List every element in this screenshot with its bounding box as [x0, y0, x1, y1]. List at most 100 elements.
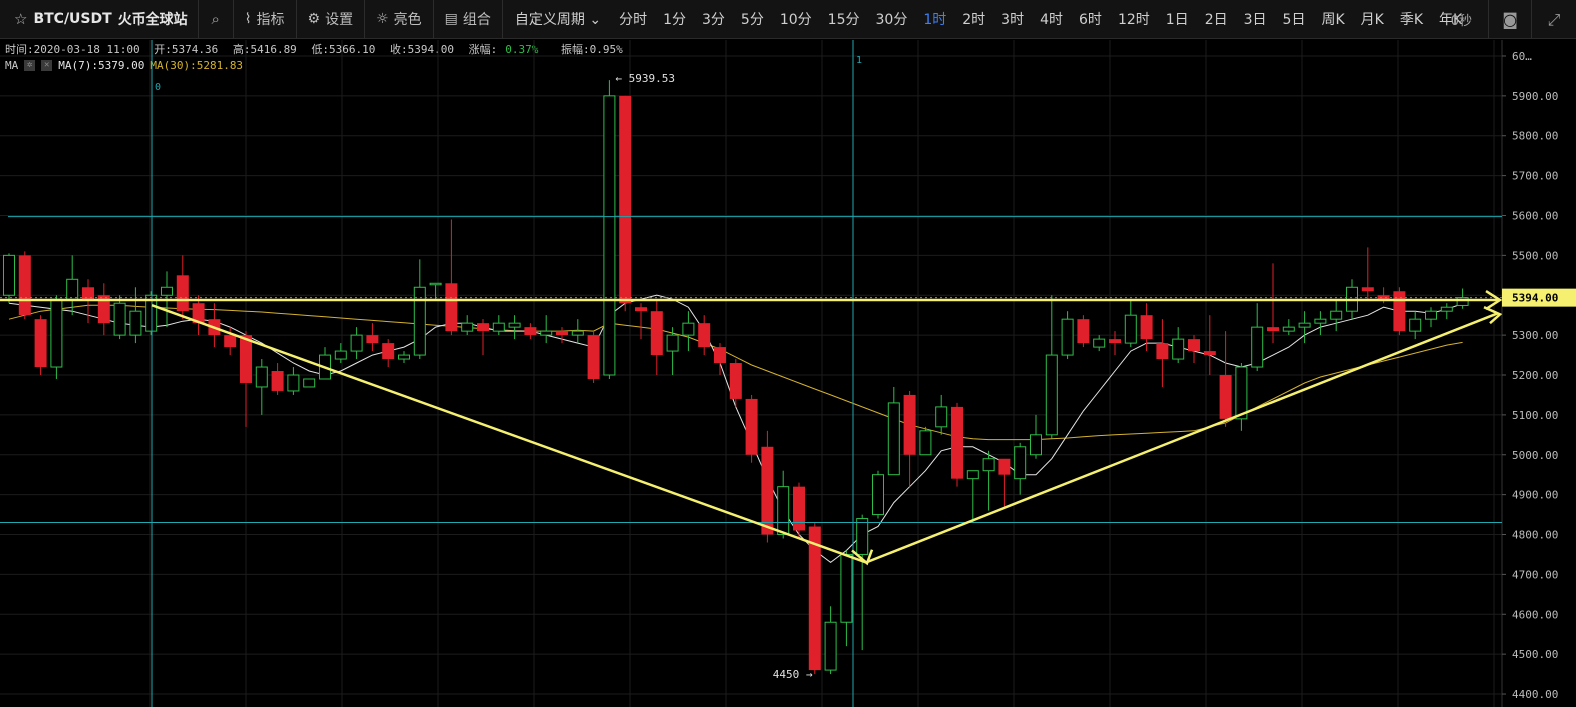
- candle-body: [1203, 351, 1216, 356]
- candle-body: [966, 470, 979, 480]
- candle-body: [1124, 314, 1137, 344]
- period-tab[interactable]: 分时: [611, 9, 655, 29]
- layout-button[interactable]: ▤ 组合: [434, 0, 503, 39]
- period-tab[interactable]: 2时: [954, 9, 993, 29]
- candle-body: [793, 486, 805, 531]
- candle: [429, 282, 442, 300]
- period-tab[interactable]: 3时: [993, 9, 1032, 29]
- period-tab[interactable]: 30分: [868, 9, 916, 29]
- candle-body: [619, 95, 632, 304]
- price-axis-label: 5900.00: [1512, 90, 1558, 103]
- candle-body: [603, 95, 616, 376]
- period-tab[interactable]: 6时: [1071, 9, 1110, 29]
- candle-body: [745, 398, 758, 455]
- period-tab[interactable]: 5日: [1275, 9, 1314, 29]
- period-tab[interactable]: 10分: [772, 9, 820, 29]
- candle-body: [1425, 310, 1437, 320]
- candle-body: [82, 287, 94, 300]
- candle-body: [1377, 295, 1390, 300]
- camera-icon[interactable]: ◙: [1488, 0, 1531, 39]
- candle: [571, 319, 584, 344]
- candle: [1172, 327, 1185, 364]
- period-tab[interactable]: 4时: [1032, 9, 1071, 29]
- price-axis-label: 5100.00: [1512, 409, 1558, 422]
- candle-body: [1219, 375, 1232, 419]
- period-tab[interactable]: 周K: [1313, 9, 1352, 29]
- candle-body: [856, 518, 869, 555]
- candle: [271, 363, 284, 395]
- candlestick-chart[interactable]: 4400.00 4500.00 4600.00 4700.00 4800.00 4900.…: [0, 40, 1576, 707]
- max-price-marker: ← 5939.53: [615, 72, 675, 85]
- candles-group: [3, 80, 1469, 675]
- custom-period-dropdown[interactable]: 自定义周期 ⌄: [511, 9, 611, 29]
- symbol-selector[interactable]: ☆ BTC/USDT 火币全球站: [0, 0, 199, 39]
- price-axis-label: 5500.00: [1512, 249, 1558, 262]
- settings-button[interactable]: ⚙ 设置: [297, 0, 366, 39]
- indicator-label: 指标: [256, 12, 285, 28]
- candle: [319, 347, 331, 380]
- candle: [1330, 299, 1343, 332]
- price-axis-label: 4900.00: [1512, 489, 1558, 502]
- period-tab[interactable]: 3分: [694, 9, 733, 29]
- period-tab[interactable]: 2日: [1197, 9, 1236, 29]
- period-tab[interactable]: 月K: [1353, 9, 1392, 29]
- candle-body: [224, 335, 237, 348]
- price-axis-label: 5800.00: [1512, 130, 1558, 143]
- candle-body: [1314, 318, 1327, 324]
- period-tab[interactable]: 1时: [915, 9, 954, 29]
- price-axis-label: 5600.00: [1512, 209, 1558, 222]
- price-axis-label: 5700.00: [1512, 170, 1558, 183]
- candle: [872, 470, 884, 519]
- candle-body: [761, 446, 774, 535]
- candle: [1140, 303, 1153, 352]
- candle: [698, 315, 711, 356]
- candle-body: [872, 474, 884, 516]
- search-icon: ⌕: [211, 10, 220, 28]
- candle-body: [998, 458, 1011, 475]
- period-tab[interactable]: 1分: [655, 9, 694, 29]
- fullscreen-icon[interactable]: ⤢: [1531, 0, 1576, 39]
- candle: [287, 367, 300, 395]
- chart-indicator-icon: ⌇: [244, 11, 252, 27]
- candle: [382, 339, 395, 368]
- search-button[interactable]: ⌕: [199, 0, 234, 39]
- candle-body: [1251, 326, 1264, 368]
- trendline-down: [151, 304, 867, 564]
- candle: [745, 394, 758, 463]
- toolbar: ☆ BTC/USDT 火币全球站 ⌕ ⌇ 指标 ⚙ 设置 ☼ 亮色 ▤ 组合 自…: [0, 0, 1576, 39]
- indicator-button[interactable]: ⌇ 指标: [234, 0, 297, 39]
- period-tab[interactable]: 15分: [820, 9, 868, 29]
- candle: [334, 343, 347, 364]
- period-tab[interactable]: 1日: [1158, 9, 1197, 29]
- period-tab[interactable]: 5分: [733, 9, 772, 29]
- candle-body: [271, 371, 284, 391]
- candle: [840, 550, 853, 647]
- candle-body: [398, 354, 410, 360]
- candle-body: [1298, 322, 1311, 328]
- candle-body: [129, 310, 142, 336]
- candle-body: [1267, 327, 1279, 332]
- theme-button[interactable]: ☼ 亮色: [365, 0, 434, 39]
- period-tab[interactable]: 3日: [1236, 9, 1275, 29]
- candle: [1425, 307, 1437, 328]
- layout-icon: ▤: [444, 11, 458, 27]
- candle-body: [240, 335, 252, 383]
- candle-body: [571, 330, 584, 336]
- candle-body: [666, 334, 679, 352]
- price-axis-label: 4700.00: [1512, 568, 1558, 581]
- candle-countdown: 0秒: [1450, 14, 1472, 29]
- candle: [461, 315, 474, 336]
- candle: [603, 80, 616, 379]
- candle: [1282, 319, 1295, 336]
- candle-body: [161, 286, 173, 296]
- candle-body: [113, 302, 126, 336]
- star-icon[interactable]: ☆: [14, 10, 27, 28]
- candle: [1188, 335, 1200, 364]
- candle-body: [951, 406, 963, 479]
- candle: [729, 359, 742, 407]
- toolbar-right: 0秒 ◙ ⤢: [1435, 0, 1576, 39]
- period-tab[interactable]: 季K: [1392, 9, 1431, 29]
- candle-body: [287, 374, 300, 392]
- candle: [1124, 299, 1137, 348]
- period-tab[interactable]: 12时: [1110, 9, 1158, 29]
